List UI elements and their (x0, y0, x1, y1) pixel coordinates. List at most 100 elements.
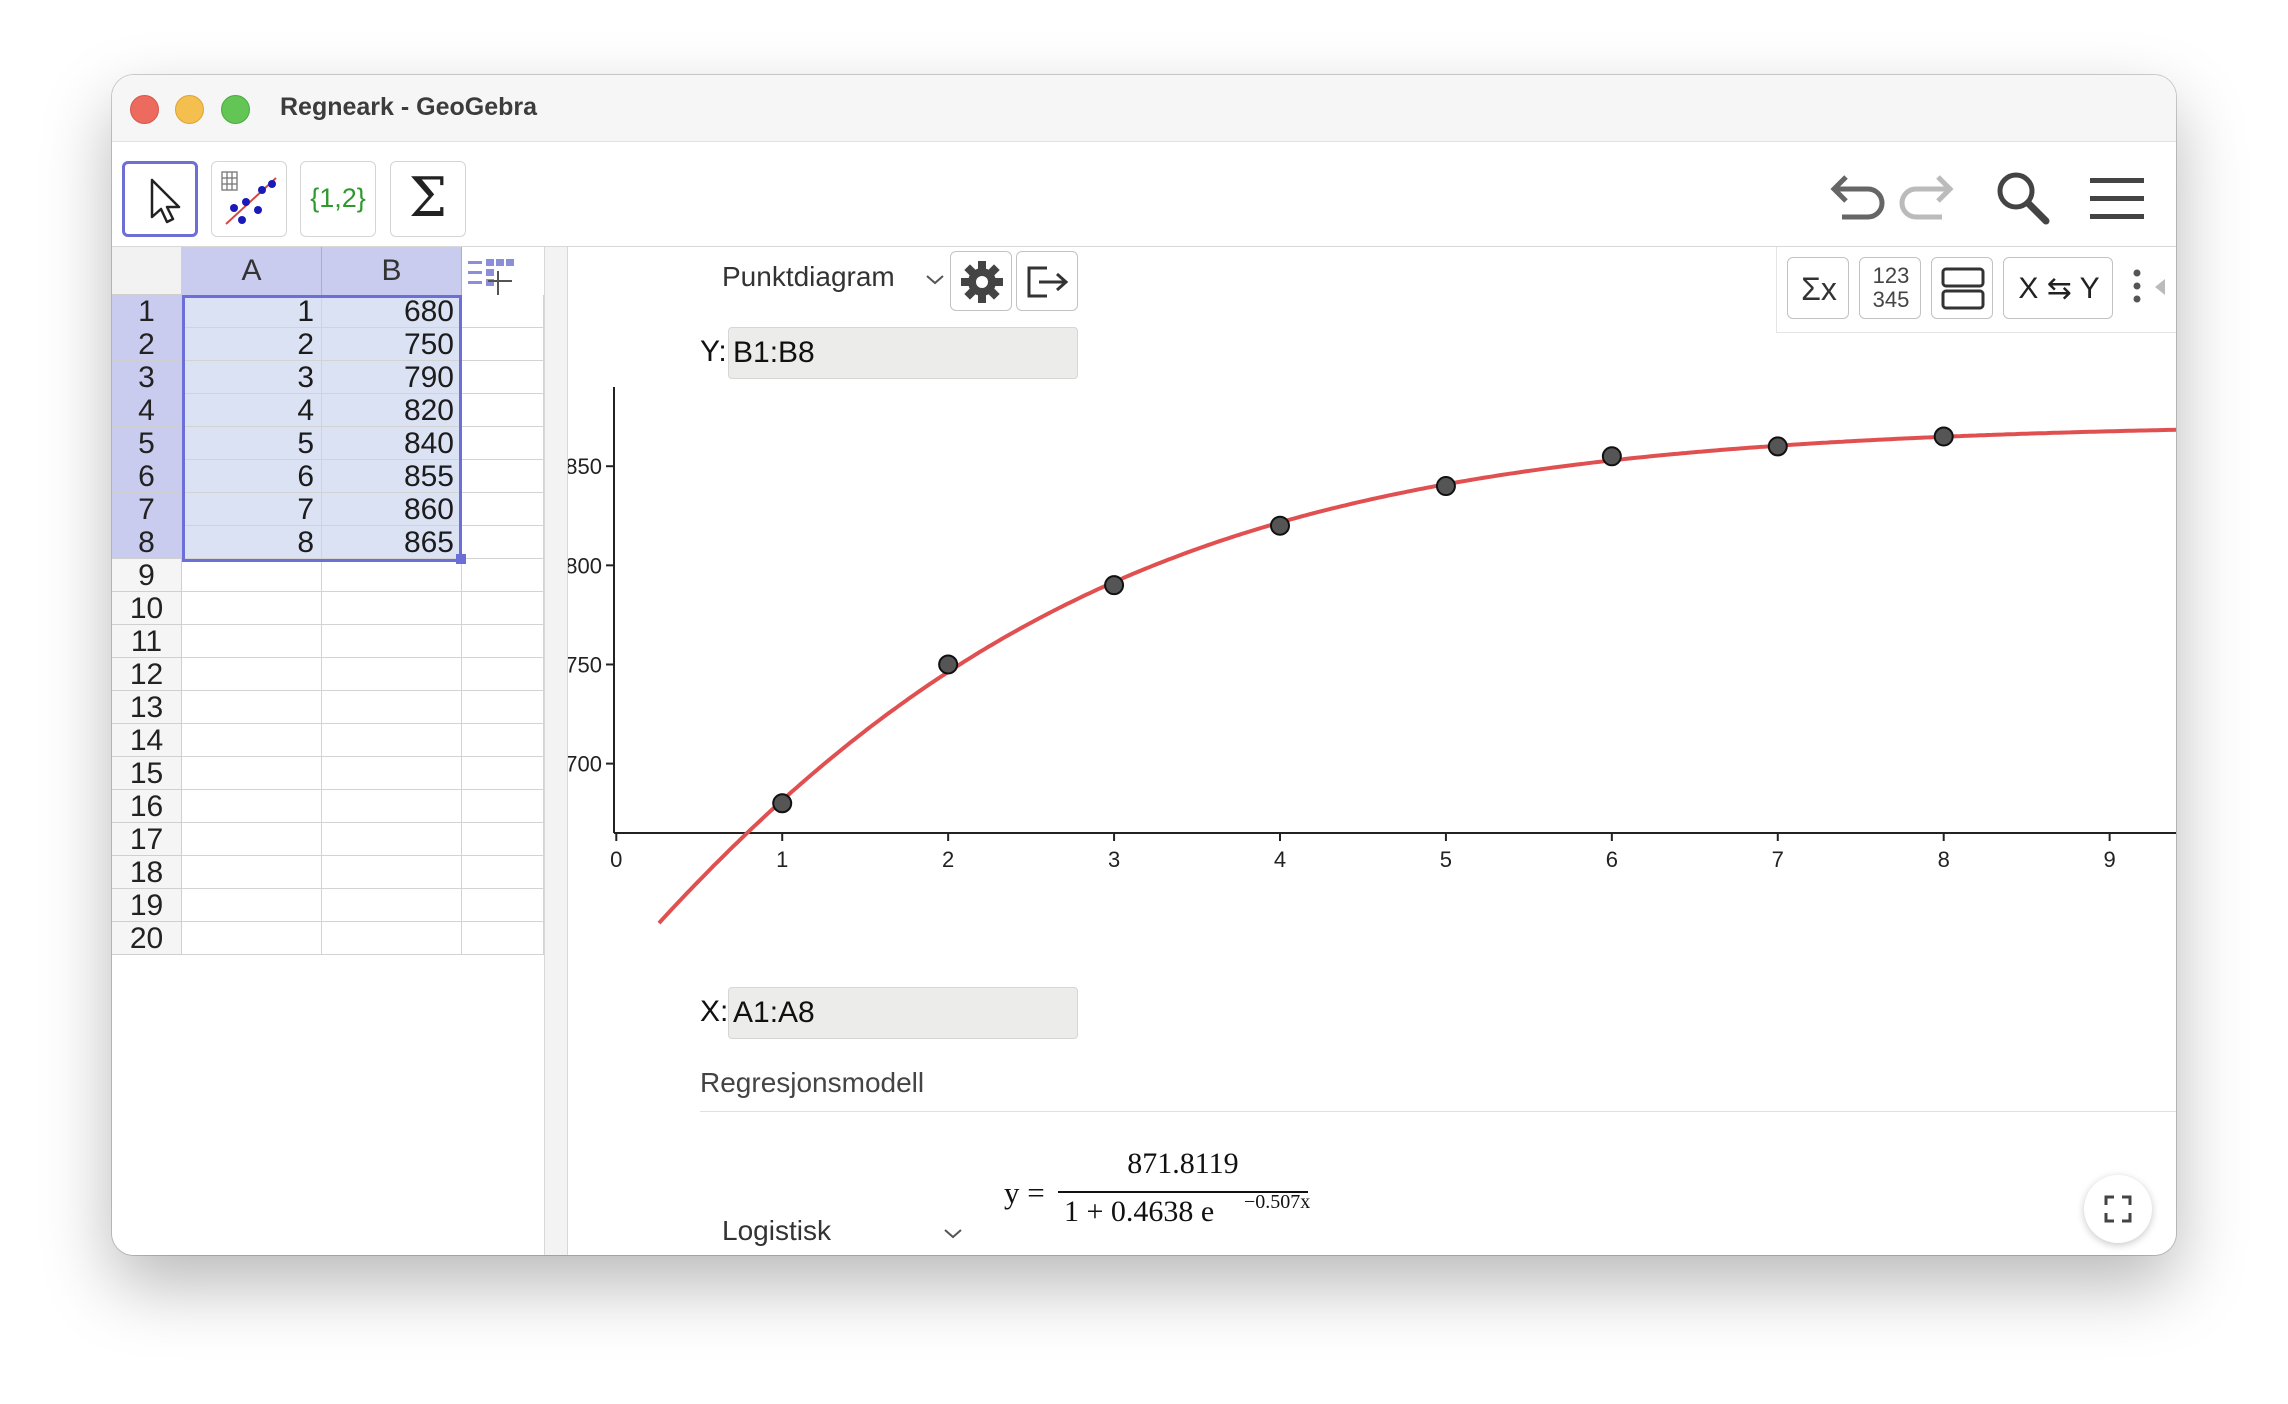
table-cell[interactable] (322, 625, 462, 658)
table-cell[interactable]: 860 (322, 493, 462, 526)
table-cell[interactable] (182, 592, 322, 625)
list-tool-button[interactable]: {1,2} (300, 161, 376, 237)
regression-tool-button[interactable] (211, 161, 287, 237)
view-splitter[interactable] (544, 247, 568, 1255)
table-cell[interactable] (182, 658, 322, 691)
table-cell[interactable]: 1 (182, 295, 322, 328)
table-cell[interactable] (182, 724, 322, 757)
row-header[interactable]: 20 (112, 922, 182, 955)
table-cell[interactable]: 680 (322, 295, 462, 328)
table-cell[interactable] (462, 790, 544, 823)
table-cell[interactable] (462, 856, 544, 889)
table-cell[interactable] (322, 658, 462, 691)
row-header[interactable]: 6 (112, 460, 182, 493)
table-cell[interactable]: 820 (322, 394, 462, 427)
move-tool-button[interactable] (122, 161, 198, 237)
table-cell[interactable] (462, 361, 544, 394)
layout-split-button[interactable] (1931, 257, 1993, 319)
table-cell[interactable]: 750 (322, 328, 462, 361)
row-header[interactable]: 5 (112, 427, 182, 460)
table-cell[interactable] (322, 922, 462, 955)
table-cell[interactable] (182, 823, 322, 856)
table-cell[interactable] (462, 922, 544, 955)
fullscreen-button[interactable] (2084, 1175, 2152, 1243)
table-cell[interactable] (462, 526, 544, 559)
table-cell[interactable] (322, 790, 462, 823)
table-cell[interactable]: 790 (322, 361, 462, 394)
undo-button[interactable] (1820, 163, 1890, 233)
table-cell[interactable] (182, 757, 322, 790)
minimize-window-button[interactable] (175, 95, 204, 124)
table-cell[interactable] (322, 691, 462, 724)
table-cell[interactable] (462, 328, 544, 361)
regression-type-dropdown[interactable]: Logistisk (722, 1215, 831, 1247)
row-header[interactable]: 10 (112, 592, 182, 625)
table-cell[interactable] (322, 757, 462, 790)
table-cell[interactable] (322, 889, 462, 922)
table-cell[interactable] (182, 790, 322, 823)
row-header[interactable]: 16 (112, 790, 182, 823)
table-cell[interactable] (182, 922, 322, 955)
row-header[interactable]: 13 (112, 691, 182, 724)
y-range-input[interactable]: B1:B8 (728, 327, 1078, 379)
scatter-plot[interactable]: 0 1 2 3 4 5 6 7 8 9 700 750 800 850 (568, 377, 2176, 937)
close-window-button[interactable] (130, 95, 159, 124)
table-cell[interactable] (322, 592, 462, 625)
table-cell[interactable] (462, 757, 544, 790)
table-cell[interactable]: 840 (322, 427, 462, 460)
row-header[interactable]: 2 (112, 328, 182, 361)
table-cell[interactable] (462, 592, 544, 625)
table-cell[interactable] (322, 856, 462, 889)
table-cell[interactable]: 3 (182, 361, 322, 394)
model-chevron-down-icon[interactable] (942, 1227, 964, 1241)
table-cell[interactable] (462, 295, 544, 328)
row-header[interactable]: 4 (112, 394, 182, 427)
table-cell[interactable] (182, 889, 322, 922)
table-cell[interactable] (462, 427, 544, 460)
table-cell[interactable] (462, 823, 544, 856)
column-header-b[interactable]: B (322, 247, 462, 295)
row-header[interactable]: 7 (112, 493, 182, 526)
table-cell[interactable]: 8 (182, 526, 322, 559)
table-cell[interactable] (462, 625, 544, 658)
collapse-left-icon[interactable] (2149, 275, 2169, 305)
row-header[interactable]: 9 (112, 559, 182, 592)
table-cell[interactable]: 7 (182, 493, 322, 526)
table-cell[interactable] (182, 691, 322, 724)
sheet-corner[interactable] (112, 247, 182, 295)
zoom-window-button[interactable] (221, 95, 250, 124)
table-cell[interactable] (462, 460, 544, 493)
swap-xy-button[interactable]: X ⇆ Y (2003, 257, 2113, 319)
table-cell[interactable] (322, 559, 462, 592)
export-button[interactable] (1016, 251, 1078, 311)
row-header[interactable]: 19 (112, 889, 182, 922)
table-cell[interactable] (462, 658, 544, 691)
table-cell[interactable] (462, 724, 544, 757)
table-cell[interactable] (322, 823, 462, 856)
row-header[interactable]: 3 (112, 361, 182, 394)
plot-type-dropdown[interactable]: Punktdiagram (722, 261, 895, 293)
row-header[interactable]: 18 (112, 856, 182, 889)
row-header[interactable]: 12 (112, 658, 182, 691)
row-header[interactable]: 17 (112, 823, 182, 856)
row-header[interactable]: 11 (112, 625, 182, 658)
table-cell[interactable] (462, 889, 544, 922)
data-table-button[interactable]: 123 345 (1859, 257, 1921, 319)
table-cell[interactable]: 865 (322, 526, 462, 559)
row-header[interactable]: 15 (112, 757, 182, 790)
row-header[interactable]: 8 (112, 526, 182, 559)
x-range-input[interactable]: A1:A8 (728, 987, 1078, 1039)
table-cell[interactable] (462, 493, 544, 526)
fill-handle[interactable] (456, 554, 466, 564)
sum-tool-button[interactable]: Σ (390, 161, 466, 237)
row-header[interactable]: 1 (112, 295, 182, 328)
table-cell[interactable] (182, 856, 322, 889)
vertical-dots-icon[interactable] (2127, 267, 2147, 307)
table-cell[interactable] (182, 625, 322, 658)
table-cell[interactable]: 855 (322, 460, 462, 493)
redo-button[interactable] (1894, 163, 1964, 233)
column-header-a[interactable]: A (182, 247, 322, 295)
statistics-toggle-button[interactable]: Σx (1787, 257, 1849, 319)
plot-settings-button[interactable] (950, 251, 1012, 311)
more-options-icon[interactable] (2029, 267, 2049, 307)
